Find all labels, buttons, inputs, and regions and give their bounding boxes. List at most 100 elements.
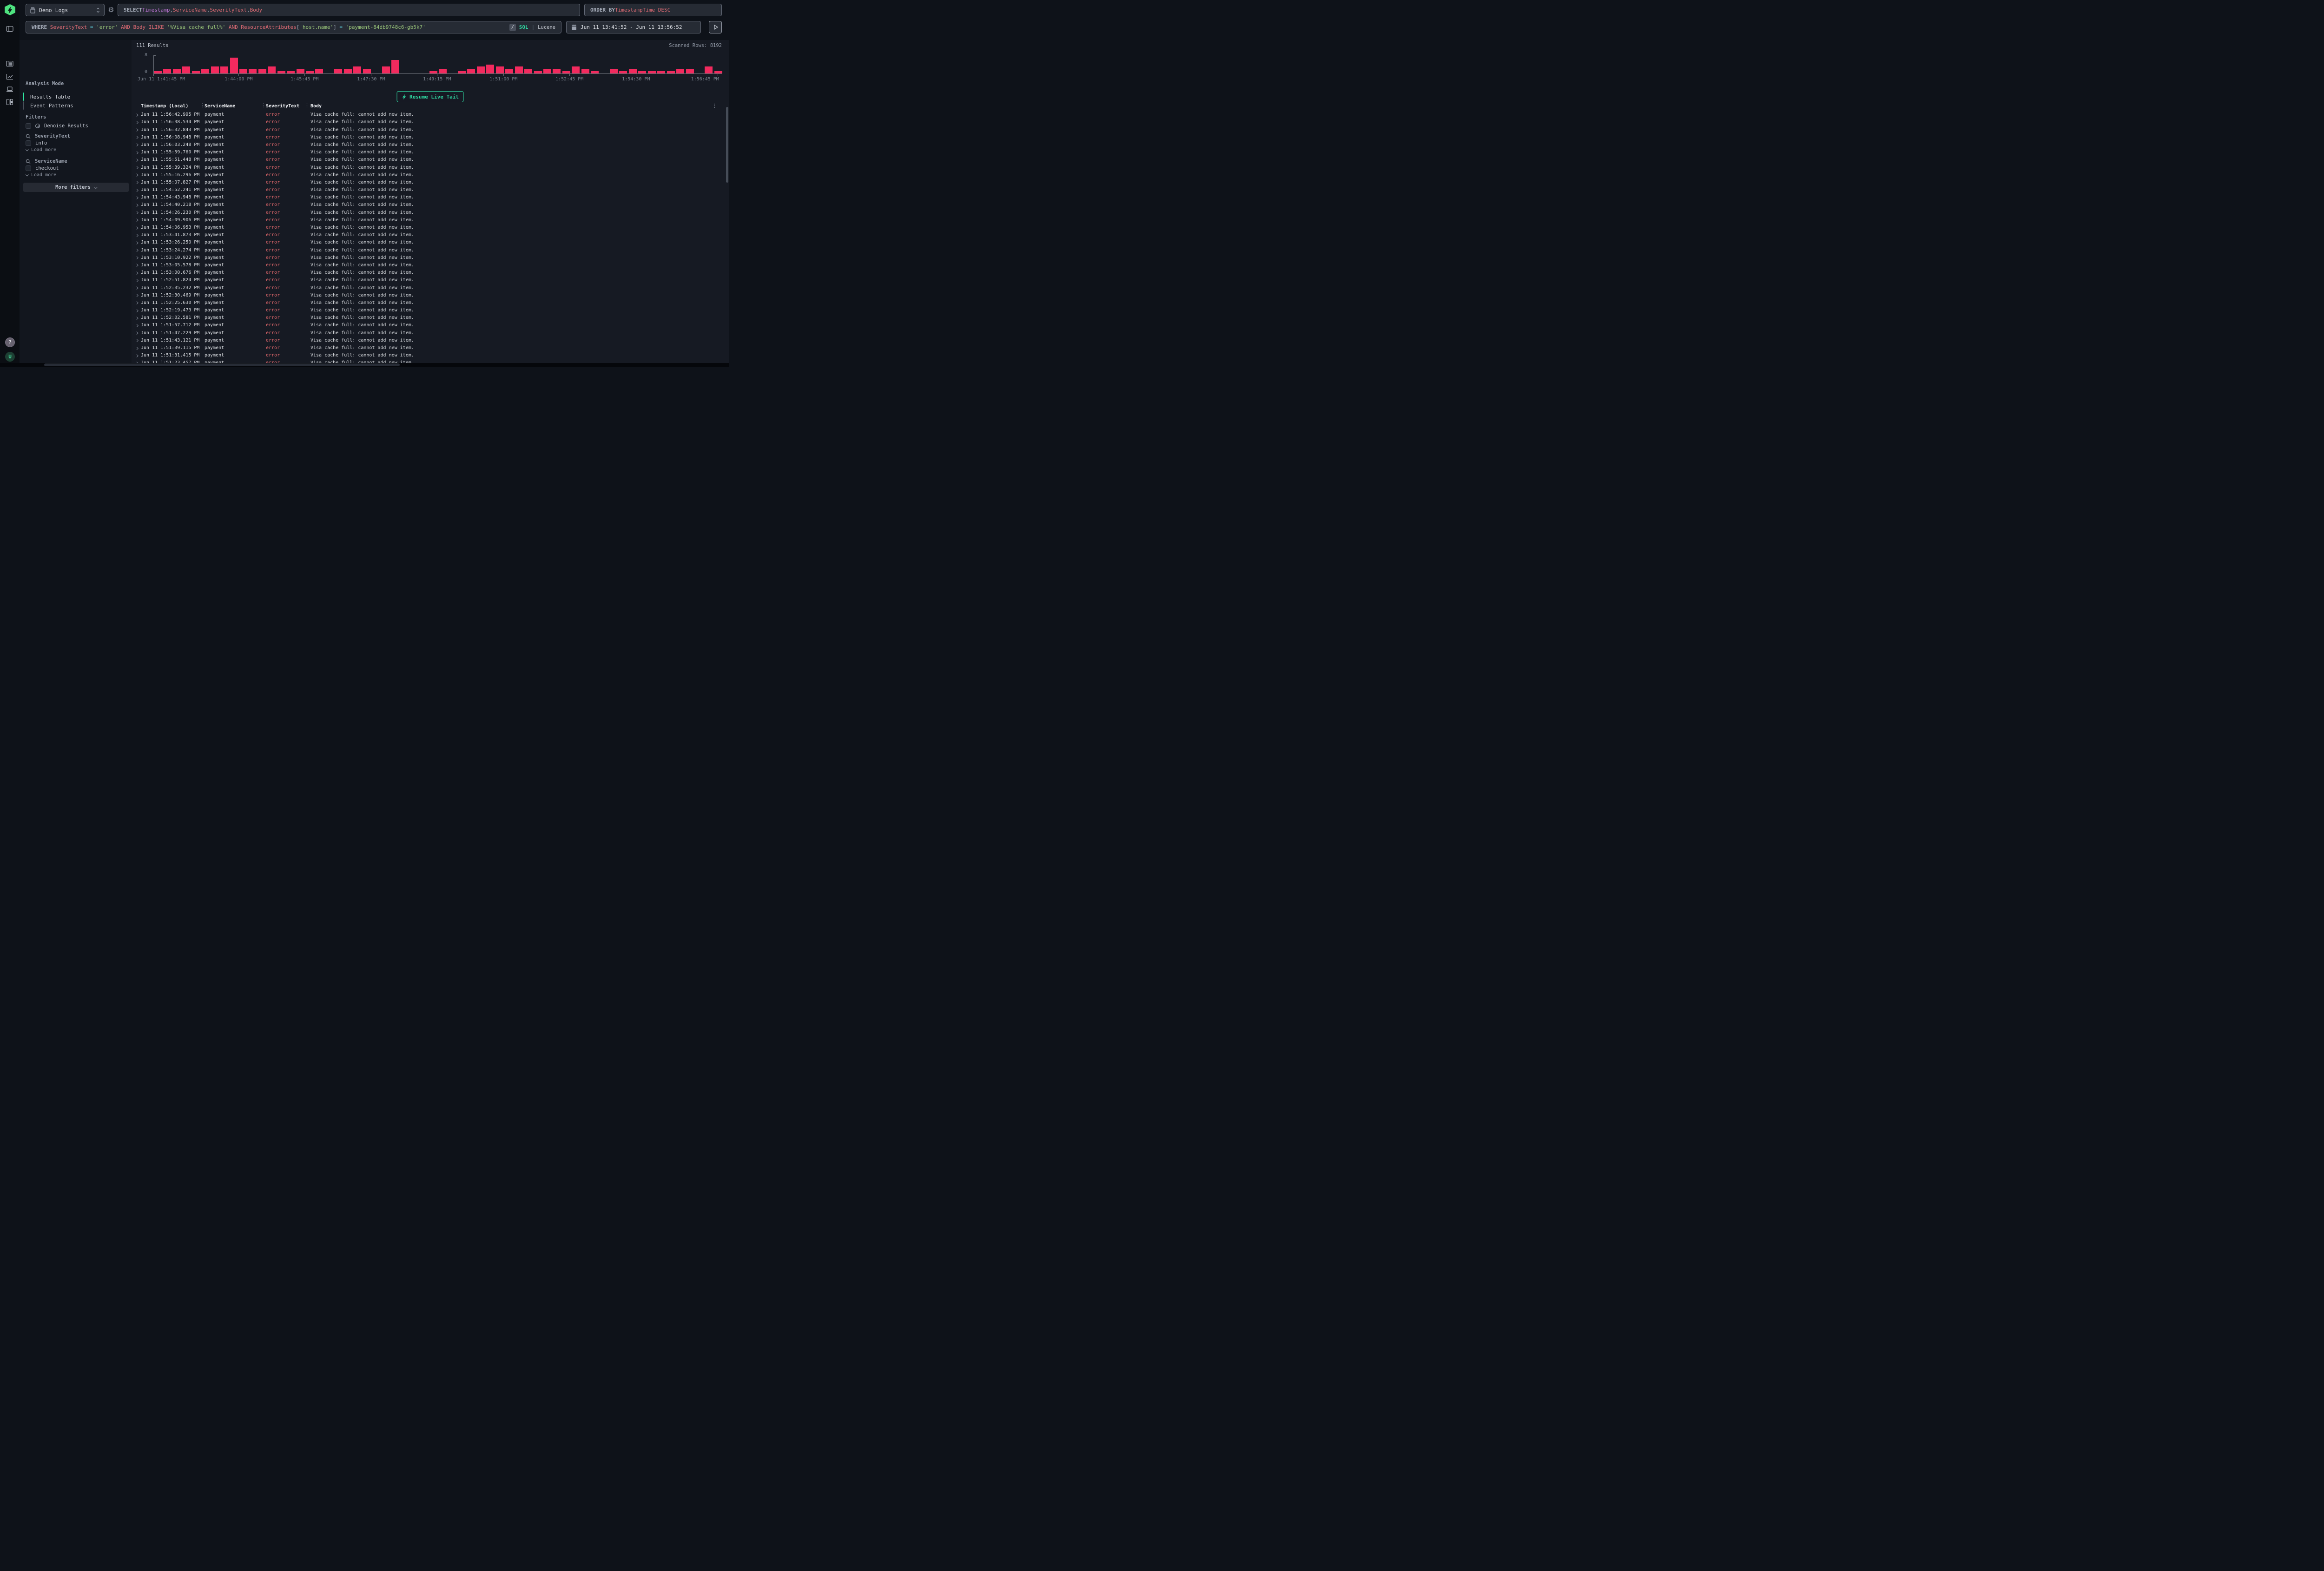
expand-row-icon[interactable] bbox=[135, 317, 138, 319]
histogram-bar[interactable] bbox=[705, 55, 713, 73]
histogram-bar[interactable] bbox=[686, 55, 694, 73]
histogram-bar[interactable] bbox=[524, 55, 532, 73]
table-row[interactable]: Jun 11 1:54:40.218 PM payment error Visa… bbox=[132, 201, 729, 209]
table-row[interactable]: Jun 11 1:55:16.296 PM payment error Visa… bbox=[132, 172, 729, 179]
expand-row-icon[interactable] bbox=[135, 218, 138, 221]
histogram-bar[interactable] bbox=[239, 55, 247, 73]
histogram-bar[interactable] bbox=[638, 55, 646, 73]
histogram-bar[interactable] bbox=[449, 55, 456, 73]
table-row[interactable]: Jun 11 1:52:30.469 PM payment error Visa… bbox=[132, 292, 729, 299]
histogram-bar[interactable] bbox=[287, 55, 295, 73]
histogram-bar[interactable] bbox=[515, 55, 523, 73]
histogram-bar[interactable] bbox=[277, 55, 285, 73]
histogram-bar[interactable] bbox=[192, 55, 200, 73]
expand-row-icon[interactable] bbox=[135, 211, 138, 214]
chart-explorer-icon[interactable] bbox=[6, 73, 13, 80]
orderby-input[interactable]: ORDER BY TimestampTime DESC bbox=[584, 4, 722, 16]
column-header-body[interactable]: Body bbox=[310, 104, 322, 109]
table-row[interactable]: Jun 11 1:55:39.324 PM payment error Visa… bbox=[132, 164, 729, 172]
facet-option-checkout[interactable]: checkout bbox=[26, 165, 59, 171]
expand-row-icon[interactable] bbox=[135, 256, 138, 259]
client-sessions-icon[interactable] bbox=[6, 86, 13, 93]
histogram-bar[interactable] bbox=[230, 55, 238, 73]
histogram-bar[interactable] bbox=[553, 55, 561, 73]
table-row[interactable]: Jun 11 1:53:00.676 PM payment error Visa… bbox=[132, 269, 729, 277]
lucene-mode-toggle[interactable]: Lucene bbox=[538, 25, 555, 30]
expand-row-icon[interactable] bbox=[135, 166, 138, 169]
table-row[interactable]: Jun 11 1:51:47.229 PM payment error Visa… bbox=[132, 330, 729, 337]
expand-row-icon[interactable] bbox=[135, 234, 138, 237]
histogram-bar[interactable] bbox=[610, 55, 618, 73]
expand-row-icon[interactable] bbox=[135, 121, 138, 124]
table-row[interactable]: Jun 11 1:54:26.230 PM payment error Visa… bbox=[132, 209, 729, 217]
expand-row-icon[interactable] bbox=[135, 324, 138, 327]
table-row[interactable]: Jun 11 1:54:09.906 PM payment error Visa… bbox=[132, 217, 729, 224]
table-row[interactable]: Jun 11 1:52:02.581 PM payment error Visa… bbox=[132, 314, 729, 322]
table-row[interactable]: Jun 11 1:52:19.473 PM payment error Visa… bbox=[132, 307, 729, 314]
table-row[interactable]: Jun 11 1:53:24.274 PM payment error Visa… bbox=[132, 247, 729, 254]
histogram-bar[interactable] bbox=[648, 55, 656, 73]
where-input[interactable]: WHERE SeverityText = 'error' AND Body IL… bbox=[26, 21, 561, 33]
histogram-bar[interactable] bbox=[163, 55, 171, 73]
expand-row-icon[interactable] bbox=[135, 173, 138, 176]
expand-row-icon[interactable] bbox=[135, 226, 138, 229]
histogram-bar[interactable] bbox=[505, 55, 513, 73]
histogram-bar[interactable] bbox=[534, 55, 542, 73]
histogram-bar[interactable] bbox=[363, 55, 371, 73]
table-row[interactable]: Jun 11 1:52:25.630 PM payment error Visa… bbox=[132, 299, 729, 307]
table-row[interactable]: Jun 11 1:54:06.953 PM payment error Visa… bbox=[132, 224, 729, 231]
histogram-bar[interactable] bbox=[601, 55, 608, 73]
histogram-bar[interactable] bbox=[249, 55, 257, 73]
sidebar-toggle-icon[interactable] bbox=[6, 25, 13, 33]
resume-live-tail-button[interactable]: Resume Live Tail bbox=[396, 91, 464, 102]
histogram-bar[interactable] bbox=[420, 55, 428, 73]
info-checkbox[interactable] bbox=[26, 140, 31, 146]
table-row[interactable]: Jun 11 1:51:57.712 PM payment error Visa… bbox=[132, 322, 729, 329]
histogram-bar[interactable] bbox=[581, 55, 589, 73]
sql-mode-toggle[interactable]: SQL bbox=[519, 25, 528, 30]
histogram-bar[interactable] bbox=[344, 55, 352, 73]
histogram-bar[interactable] bbox=[154, 55, 162, 73]
histogram-bar[interactable] bbox=[220, 55, 228, 73]
column-header-timestamp[interactable]: Timestamp (Local) bbox=[141, 104, 188, 109]
histogram-bar[interactable] bbox=[429, 55, 437, 73]
expand-row-icon[interactable] bbox=[135, 301, 138, 304]
expand-row-icon[interactable] bbox=[135, 151, 138, 154]
histogram-bar[interactable] bbox=[410, 55, 418, 73]
search-logs-icon[interactable] bbox=[6, 60, 13, 67]
load-more-severitytext[interactable]: Load more bbox=[26, 147, 56, 152]
expand-row-icon[interactable] bbox=[135, 128, 138, 131]
histogram-bar[interactable] bbox=[297, 55, 304, 73]
histogram-bar[interactable] bbox=[477, 55, 485, 73]
table-row[interactable]: Jun 11 1:52:35.232 PM payment error Visa… bbox=[132, 284, 729, 292]
expand-row-icon[interactable] bbox=[135, 204, 138, 206]
table-row[interactable]: Jun 11 1:55:07.827 PM payment error Visa… bbox=[132, 179, 729, 186]
expand-row-icon[interactable] bbox=[135, 294, 138, 297]
histogram-bar[interactable] bbox=[591, 55, 599, 73]
table-row[interactable]: Jun 11 1:51:43.121 PM payment error Visa… bbox=[132, 337, 729, 344]
expand-row-icon[interactable] bbox=[135, 339, 138, 342]
histogram-bar[interactable] bbox=[714, 55, 722, 73]
histogram-bar[interactable] bbox=[657, 55, 665, 73]
expand-row-icon[interactable] bbox=[135, 354, 138, 357]
time-range-picker[interactable]: Jun 11 13:41:52 - Jun 11 13:56:52 bbox=[566, 21, 701, 33]
histogram-bar[interactable] bbox=[496, 55, 504, 73]
denoise-results-row[interactable]: Denoise Results bbox=[26, 123, 88, 129]
histogram-chart[interactable] bbox=[153, 55, 722, 73]
column-resize-handle[interactable]: ⋮ bbox=[261, 102, 266, 108]
expand-row-icon[interactable] bbox=[135, 286, 138, 289]
table-row[interactable]: Jun 11 1:56:08.948 PM payment error Visa… bbox=[132, 134, 729, 141]
histogram-bar[interactable] bbox=[268, 55, 276, 73]
table-row[interactable]: Jun 11 1:54:43.948 PM payment error Visa… bbox=[132, 194, 729, 201]
histogram-bar[interactable] bbox=[695, 55, 703, 73]
table-row[interactable]: Jun 11 1:51:39.115 PM payment error Visa… bbox=[132, 344, 729, 352]
histogram-bar[interactable] bbox=[201, 55, 209, 73]
table-row[interactable]: Jun 11 1:55:51.448 PM payment error Visa… bbox=[132, 156, 729, 164]
histogram-bar[interactable] bbox=[572, 55, 580, 73]
histogram-bar[interactable] bbox=[439, 55, 447, 73]
expand-row-icon[interactable] bbox=[135, 196, 138, 199]
expand-row-icon[interactable] bbox=[135, 241, 138, 244]
table-row[interactable]: Jun 11 1:51:31.415 PM payment error Visa… bbox=[132, 352, 729, 359]
histogram-bar[interactable] bbox=[173, 55, 181, 73]
run-query-button[interactable] bbox=[709, 21, 722, 33]
